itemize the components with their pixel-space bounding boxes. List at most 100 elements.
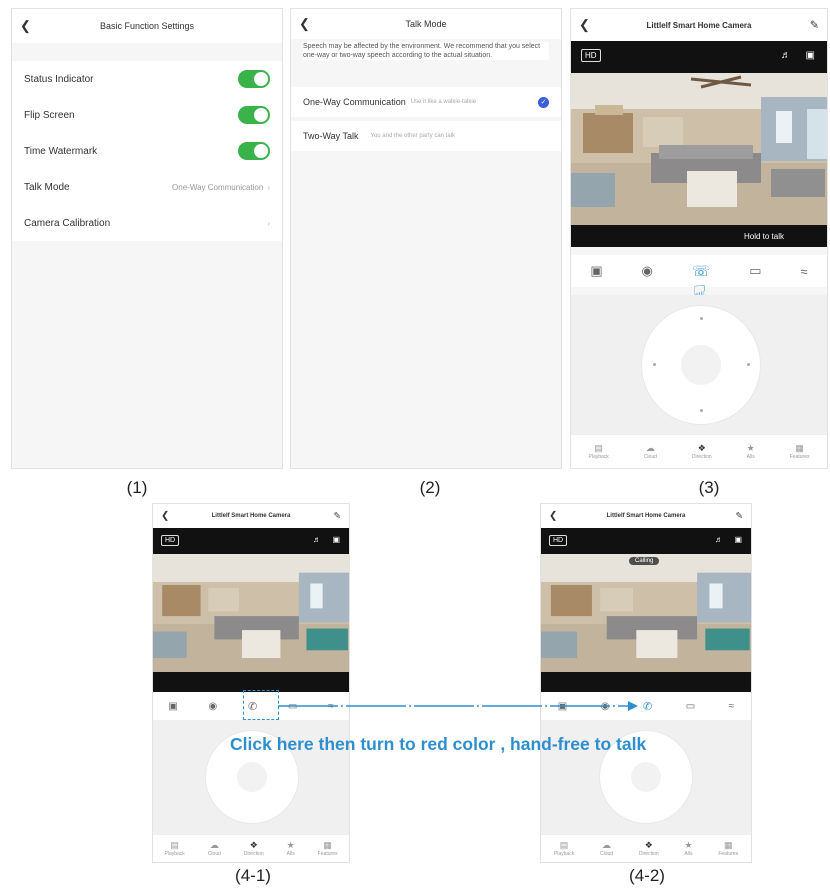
nav-cloud[interactable]: ☁ Cloud <box>644 443 657 460</box>
chevron-right-icon: › <box>267 182 270 192</box>
nav-label: Alls <box>746 454 755 460</box>
edit-icon[interactable]: ✎ <box>735 511 743 522</box>
nav-features[interactable]: ▦ Features <box>318 840 338 857</box>
caption-2: (2) <box>419 478 441 497</box>
caption-4-1: (4-1) <box>235 866 271 885</box>
back-icon[interactable]: ❮ <box>549 511 557 522</box>
nav-label: Features <box>317 851 338 857</box>
ptz-center[interactable] <box>237 762 267 792</box>
screenshot-icon[interactable]: ▣ <box>590 263 602 279</box>
status-indicator-toggle[interactable] <box>238 70 270 88</box>
nav-playback[interactable]: ▤ Playback <box>554 840 574 857</box>
time-watermark-toggle[interactable] <box>238 142 270 160</box>
record-icon[interactable]: ▭ <box>288 701 297 712</box>
fullscreen-icon[interactable]: ▣ <box>734 535 742 544</box>
nav-playback[interactable]: ▤ Playback <box>165 840 185 857</box>
ptz-up-dot[interactable] <box>700 317 703 320</box>
settings-row-talk-mode[interactable]: Talk Mode One-Way Communication › <box>12 169 282 205</box>
header: ❮ Littlelf Smart Home Camera ✎ <box>153 504 349 528</box>
more-icon[interactable]: ≈ <box>328 701 334 712</box>
mute-icon[interactable]: ♬ <box>313 535 321 544</box>
back-icon[interactable]: ❮ <box>161 511 169 522</box>
star-icon: ★ <box>684 840 693 850</box>
settings-row-time-watermark[interactable]: Time Watermark <box>12 133 282 169</box>
back-icon[interactable]: ❮ <box>20 18 31 34</box>
screenshot-icon[interactable]: ▣ <box>558 701 567 712</box>
talk-icon[interactable]: ☏ <box>692 262 711 280</box>
option-two-way[interactable]: Two-Way Talk You and the other party can… <box>291 121 561 151</box>
fullscreen-icon[interactable]: ▣ <box>332 535 340 544</box>
ptz-right-dot[interactable] <box>747 363 750 366</box>
nav-direction[interactable]: ❖ Direction <box>639 840 659 857</box>
nav-label: Cloud <box>207 851 221 857</box>
playback-icon: ▤ <box>170 840 179 850</box>
option-hint: You and the other party can talk <box>370 133 456 139</box>
nav-label: Playback <box>164 851 185 857</box>
star-icon: ★ <box>746 443 755 453</box>
call-icon[interactable]: ✆ <box>643 700 652 713</box>
grid-icon: ▦ <box>323 840 332 850</box>
nav-direction[interactable]: ❖ Direction <box>244 840 264 857</box>
camera-icon[interactable]: ◉ <box>601 701 610 712</box>
nav-label: Direction <box>691 454 712 460</box>
nav-label: Direction <box>243 851 264 857</box>
settings-row-status-indicator[interactable]: Status Indicator <box>12 61 282 97</box>
direction-icon: ❖ <box>249 840 258 850</box>
settings-row-camera-calibration[interactable]: Camera Calibration › <box>12 205 282 241</box>
nav-label: Features <box>718 851 739 857</box>
back-icon[interactable]: ❮ <box>579 17 590 33</box>
ptz-left-dot[interactable] <box>653 363 656 366</box>
star-icon: ★ <box>286 840 295 850</box>
record-icon[interactable]: ▭ <box>686 701 695 712</box>
fullscreen-icon[interactable]: ▣ <box>806 50 815 61</box>
option-label: One-Way Communication <box>303 97 406 107</box>
mute-icon[interactable]: ♬ <box>715 535 723 544</box>
caption-1: (1) <box>126 478 148 497</box>
camera-icon[interactable]: ◉ <box>642 263 653 279</box>
nav-playback[interactable]: ▤ Playback <box>589 443 609 460</box>
more-icon[interactable]: ≈ <box>800 264 807 279</box>
settings-row-flip-screen[interactable]: Flip Screen <box>12 97 282 133</box>
more-icon[interactable]: ≈ <box>729 701 735 712</box>
direction-icon: ❖ <box>644 840 653 850</box>
ptz-center[interactable] <box>631 762 661 792</box>
camera-icon[interactable]: ◉ <box>209 701 218 712</box>
row-label: Camera Calibration <box>24 217 111 229</box>
nav-alls[interactable]: ★ Alls <box>287 840 295 857</box>
nav-features[interactable]: ▦ Features <box>790 443 810 460</box>
nav-alls[interactable]: ★ Alls <box>747 443 755 460</box>
nav-cloud[interactable]: ☁ Cloud <box>600 840 613 857</box>
nav-alls[interactable]: ★ Alls <box>684 840 692 857</box>
hd-button[interactable]: HD <box>161 535 180 546</box>
nav-label: Playback <box>553 851 575 857</box>
record-icon[interactable]: ▭ <box>749 263 761 279</box>
option-one-way[interactable]: One-Way Communication Use it like a walk… <box>291 87 561 117</box>
screen-talk-mode: ❮ Talk Mode Speech may be affected by th… <box>290 8 562 469</box>
playback-icon: ▤ <box>594 443 603 453</box>
hd-button[interactable]: HD <box>581 49 601 62</box>
hd-button[interactable]: HD <box>549 535 568 546</box>
hold-to-talk-bar: Hold to talk <box>571 225 827 247</box>
header: ❮ Littlelf Smart Home Camera ✎ <box>541 504 751 528</box>
playback-icon: ▤ <box>559 840 569 850</box>
nav-features[interactable]: ▦ Features <box>718 840 738 857</box>
ptz-center[interactable] <box>681 345 721 385</box>
video-top-bar: HD ♬ ▣ <box>153 528 349 554</box>
ptz-down-dot[interactable] <box>700 409 703 412</box>
screenshot-icon[interactable]: ▣ <box>168 701 177 712</box>
flip-screen-toggle[interactable] <box>238 106 270 124</box>
nav-direction[interactable]: ❖ Direction <box>692 443 712 460</box>
mute-icon[interactable]: ♬ <box>781 50 791 61</box>
cloud-icon: ☁ <box>645 443 655 453</box>
edit-icon[interactable]: ✎ <box>333 511 341 522</box>
nav-label: Alls <box>286 851 295 857</box>
nav-cloud[interactable]: ☁ Cloud <box>208 840 221 857</box>
screen-basic-settings: ❮ Basic Function Settings Status Indicat… <box>11 8 283 469</box>
edit-icon[interactable]: ✎ <box>810 19 819 32</box>
back-icon[interactable]: ❮ <box>299 16 310 32</box>
bottom-nav: ▤ Playback ☁ Cloud ❖ Direction ★ Alls ▦ Featu… <box>571 434 827 468</box>
header: ❮ Basic Function Settings <box>12 9 282 43</box>
calling-badge: Calling <box>629 557 660 565</box>
camera-video-feed <box>153 554 349 672</box>
annotation-text: Click here then turn to red color , hand… <box>230 734 647 754</box>
